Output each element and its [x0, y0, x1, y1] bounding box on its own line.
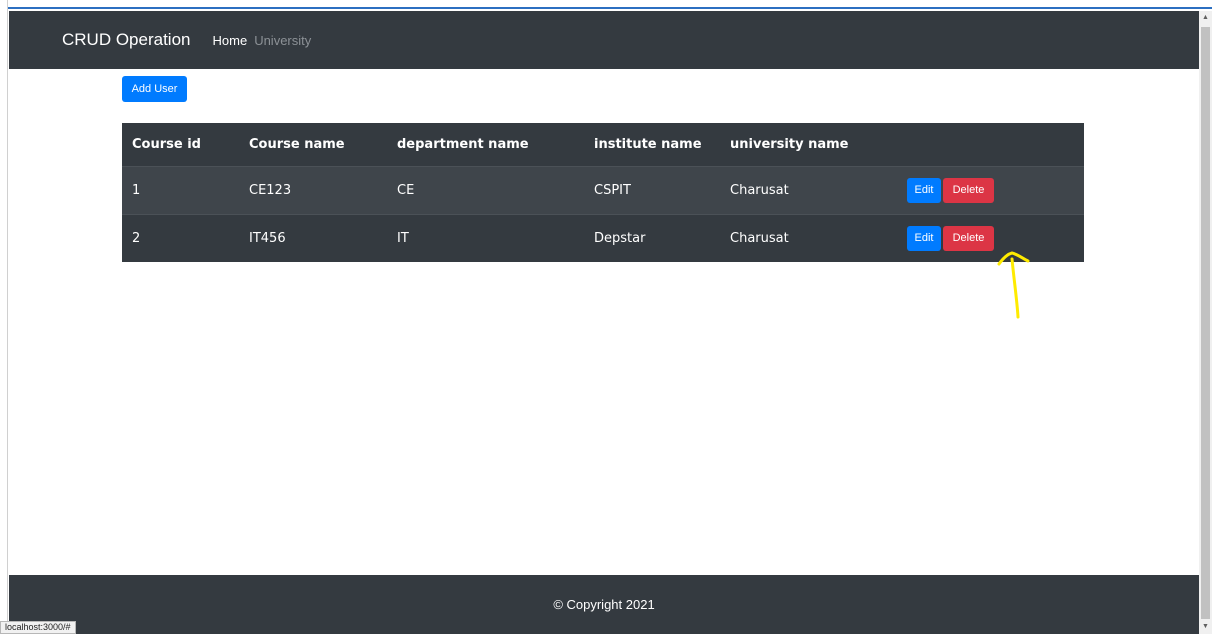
nav-link-home[interactable]: Home [213, 33, 248, 48]
cell-department-name: IT [387, 213, 584, 262]
status-bar-url: localhost:3000/# [0, 621, 76, 634]
scroll-up-arrow-icon[interactable]: ▲ [1199, 11, 1212, 25]
table-header-row: Course id Course name department name in… [122, 123, 1084, 166]
cell-course-name: CE123 [239, 165, 387, 214]
course-table: Course id Course name department name in… [122, 123, 1084, 262]
delete-button[interactable]: Delete [943, 177, 994, 203]
footer: © Copyright 2021 [9, 575, 1199, 634]
cell-university-name: Charusat [720, 213, 897, 262]
window-top-border [0, 0, 1212, 9]
cell-course-id: 2 [122, 213, 239, 262]
cell-actions: Edit Delete [897, 165, 1084, 214]
cell-course-name: IT456 [239, 213, 387, 262]
cell-course-id: 1 [122, 165, 239, 214]
nav-link-university[interactable]: University [254, 33, 311, 48]
table-row: 1 CE123 CE CSPIT Charusat Edit Delete [122, 165, 1084, 214]
table-row: 2 IT456 IT Depstar Charusat Edit Delete [122, 213, 1084, 262]
cell-department-name: CE [387, 165, 584, 214]
navbar-brand[interactable]: CRUD Operation [62, 30, 191, 50]
cell-institute-name: CSPIT [584, 165, 720, 214]
cell-actions: Edit Delete [897, 213, 1084, 262]
header-actions [897, 123, 1084, 166]
header-course-id: Course id [132, 136, 201, 152]
cell-university-name: Charusat [720, 165, 897, 214]
header-course-name: Course name [249, 136, 345, 152]
navbar: CRUD Operation Home University [9, 11, 1199, 69]
copyright-text: © Copyright 2021 [553, 597, 655, 612]
header-institute-name: institute name [594, 136, 702, 152]
edit-button[interactable]: Edit [907, 225, 941, 251]
scrollbar-thumb[interactable] [1201, 27, 1210, 619]
vertical-scrollbar[interactable]: ▲ ▼ [1199, 11, 1212, 634]
scroll-down-arrow-icon[interactable]: ▼ [1199, 620, 1212, 634]
nav-links: Home University [213, 33, 319, 48]
header-department-name: department name [397, 136, 529, 152]
add-user-button[interactable]: Add User [122, 76, 187, 102]
header-university-name: university name [730, 136, 849, 152]
window-left-border [0, 0, 8, 634]
edit-button[interactable]: Edit [907, 177, 941, 203]
cell-institute-name: Depstar [584, 213, 720, 262]
delete-button[interactable]: Delete [943, 225, 994, 251]
